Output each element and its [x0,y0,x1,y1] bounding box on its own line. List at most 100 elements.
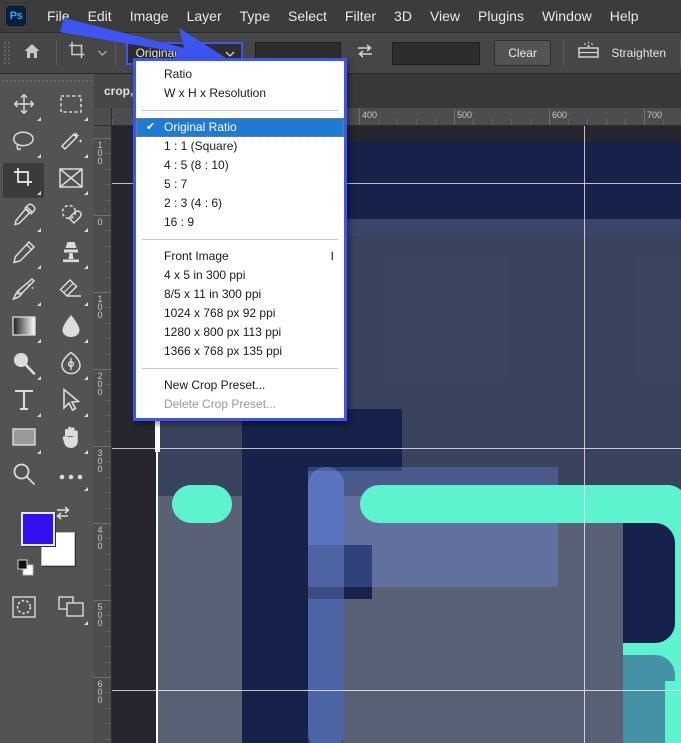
menu-separator [142,368,338,369]
ruler-tick [94,369,111,370]
sidebar-item-pencil-tool[interactable] [0,236,47,273]
menu-option-1366-x-768-px-135-ppi[interactable]: 1366 x 768 px 135 ppi [136,342,344,361]
menu-option-1-1-square[interactable]: 1 : 1 (Square) [136,137,344,156]
ruler-minor-tick [606,119,607,125]
swap-colors-icon[interactable] [55,505,72,526]
sidebar-item-type-tool[interactable] [0,384,47,421]
sidebar-item-gradient-tool[interactable] [0,310,47,347]
ruler-minor-tick [105,615,111,617]
sidebar-item-history-brush-tool[interactable] [0,273,47,310]
ruler-tick [94,677,111,678]
rectangle-shape-icon [11,428,36,451]
ruler-minor-tick [105,461,111,463]
sidebar-item-dodge-tool[interactable] [0,347,47,384]
sidebar-item-eyedropper-tool[interactable] [0,199,47,236]
ruler-minor-tick [105,430,111,432]
reset-colors-icon[interactable] [17,559,34,581]
move-icon [13,93,35,120]
menu-option-1024-x-768-px-92-ppi[interactable]: 1024 x 768 px 92 ppi [136,304,344,323]
menu-item-3d[interactable]: 3D [385,0,421,32]
clear-button[interactable]: Clear [493,40,552,66]
home-button[interactable] [12,33,52,73]
ruler-label: 300 [97,448,103,474]
ruler-minor-tick [105,261,111,263]
menu-option-2-3-4-6[interactable]: 2 : 3 (4 : 6) [136,194,344,213]
menu-option-4-x-5-in-300-ppi[interactable]: 4 x 5 in 300 ppi [136,266,344,285]
menu-item-plugins[interactable]: Plugins [469,0,533,32]
ratio-dropdown-menu[interactable]: Ratio W x H x Resolution ✔ Original Ratio 1 … [133,58,347,421]
screen-mode-button[interactable] [47,589,94,629]
ruler-origin-corner[interactable] [94,108,112,126]
menu-item-select[interactable]: Select [279,0,336,32]
menu-item-layer[interactable]: Layer [178,0,231,32]
sidebar-item-path-selection-tool[interactable] [47,384,94,421]
ruler-minor-tick [105,569,111,571]
vertical-ruler[interactable]: 1000100200300400500600700 [94,126,112,743]
menu-separator [142,239,338,240]
sidebar-item-lasso-tool[interactable] [0,125,47,162]
tools-panel-grip[interactable] [0,74,94,88]
gradient-icon [11,316,36,341]
crop-tool-icon [67,40,89,67]
ruler-label: 600 [97,679,103,705]
menu-option-label: Delete Crop Preset... [164,397,277,411]
sidebar-item-blur-tool[interactable] [47,310,94,347]
edit-toolbar-button[interactable] [47,458,94,495]
menu-option-original-ratio[interactable]: ✔ Original Ratio [136,118,344,137]
sidebar-item-hand-tool[interactable] [47,421,94,458]
menu-item-type[interactable]: Type [231,0,279,32]
ruler-minor-tick [105,276,111,278]
menu-option-label: 2 : 3 (4 : 6) [164,196,223,210]
menu-option-label: 1366 x 768 px 135 ppi [164,344,283,358]
menu-option-1280-x-800-px-113-ppi[interactable]: 1280 x 800 px 113 ppi [136,323,344,342]
menu-option-16-9[interactable]: 16 : 9 [136,213,344,232]
straighten-label: Straighten [611,46,667,60]
menu-item-edit[interactable]: Edit [79,0,121,32]
crop-height-input[interactable] [391,41,480,65]
sidebar-item-marquee-tool[interactable] [47,88,94,125]
sidebar-item-eraser-tool[interactable] [47,273,94,310]
ruler-tick [94,215,111,216]
menu-option-ratio[interactable]: Ratio [136,65,344,84]
menu-option-new-crop-preset[interactable]: New Crop Preset... [136,376,344,395]
menu-item-help[interactable]: Help [601,0,648,32]
menu-group: New Crop Preset... Delete Crop Preset... [136,372,344,418]
ruler-minor-tick [105,245,111,247]
sidebar-item-frame-tool[interactable] [47,162,94,199]
quick-mask-button[interactable] [0,589,47,629]
crop-tool-preset-button[interactable] [61,39,95,67]
options-bar-grip[interactable] [3,41,12,65]
ruler-minor-tick [131,119,132,125]
ruler-minor-tick [105,399,111,401]
sidebar-item-move-tool[interactable] [0,88,47,125]
menu-item-filter[interactable]: Filter [336,0,385,32]
menu-option-label: 1280 x 800 px 113 ppi [164,325,282,339]
menu-option-front-image[interactable]: Front Image I [136,247,344,266]
menu-option-5-7[interactable]: 5 : 7 [136,175,344,194]
ruler-minor-tick [416,119,417,125]
menu-option-8-5-x-11-in-300-ppi[interactable]: 8/5 x 11 in 300 ppi [136,285,344,304]
menu-option-4-5-8-10[interactable]: 4 : 5 (8 : 10) [136,156,344,175]
sidebar-item-healing-brush-tool[interactable] [47,199,94,236]
ruler-minor-tick [105,153,111,155]
sidebar-item-crop-tool[interactable] [0,162,47,199]
menu-bar: Ps File Edit Image Layer Type Select Filter 3D V… [0,0,681,32]
menu-option-label: Ratio [164,67,193,81]
path-arrow-icon [62,387,81,417]
menu-item-view[interactable]: View [421,0,469,32]
sidebar-item-pen-tool[interactable] [47,347,94,384]
menu-item-window[interactable]: Window [533,0,601,32]
sidebar-item-clone-stamp-tool[interactable] [47,236,94,273]
crop-preset-caret[interactable] [95,50,110,56]
straighten-button[interactable]: Straighten [576,40,666,67]
sidebar-item-object-selection-tool[interactable] [47,125,94,162]
sidebar-item-shape-tool[interactable] [0,421,47,458]
ruler-minor-tick [105,630,111,632]
sidebar-item-zoom-tool[interactable] [0,458,47,495]
menu-option-w-x-h-x-resolution[interactable]: W x H x Resolution [136,84,344,103]
menu-item-image[interactable]: Image [121,0,178,32]
swap-dimensions-button[interactable] [353,40,378,66]
photoshop-window: Ps File Edit Image Layer Type Select Filter 3D V… [0,0,681,743]
foreground-color-swatch[interactable] [21,512,55,546]
menu-item-file[interactable]: File [38,0,79,32]
